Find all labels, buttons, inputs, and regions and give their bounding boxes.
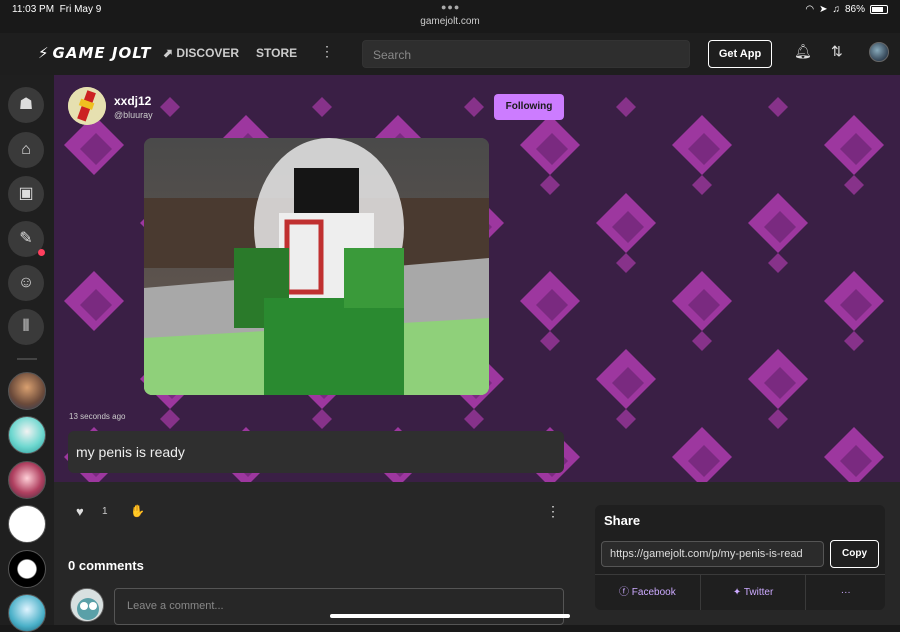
gamejolt-logo[interactable]: ⚡ GAME JOLT bbox=[38, 44, 152, 62]
wifi-icon: ◠ bbox=[805, 4, 815, 15]
small-diamond-decoration bbox=[616, 97, 636, 117]
small-diamond-decoration bbox=[692, 331, 712, 351]
bell-icon[interactable]: 🔔︎ bbox=[794, 43, 812, 60]
diamond-decoration bbox=[824, 271, 884, 331]
like-count: 1 bbox=[102, 506, 108, 517]
bolt-icon: ⚡ bbox=[38, 44, 50, 62]
share-panel: Share https://gamejolt.com/p/my-penis-is… bbox=[595, 505, 885, 610]
diamond-decoration bbox=[64, 115, 124, 175]
small-diamond-decoration bbox=[844, 331, 864, 351]
compass-icon: ⬈ bbox=[163, 46, 174, 60]
facebook-share-button[interactable]: ⓕ Facebook bbox=[595, 575, 701, 610]
more-share-button[interactable]: ··· bbox=[806, 575, 885, 610]
diamond-decoration bbox=[672, 271, 732, 331]
community-avatar[interactable] bbox=[8, 416, 46, 454]
author-avatar-image bbox=[68, 87, 106, 125]
twitter-share-button[interactable]: ✦ Twitter bbox=[701, 575, 807, 610]
home-indicator[interactable] bbox=[330, 614, 570, 618]
small-diamond-decoration bbox=[768, 253, 788, 273]
copy-button[interactable]: Copy bbox=[830, 540, 879, 568]
small-diamond-decoration bbox=[844, 175, 864, 195]
location-icon: ➤ bbox=[819, 4, 828, 15]
multitask-dots-icon[interactable]: ●●● bbox=[441, 2, 460, 12]
diamond-decoration bbox=[748, 349, 808, 409]
chat-icon[interactable]: ☺ bbox=[8, 265, 44, 301]
diamond-decoration bbox=[64, 271, 124, 331]
more-vertical-icon[interactable]: ⋮ bbox=[546, 503, 560, 520]
diamond-decoration bbox=[672, 427, 732, 482]
sidebar-divider bbox=[17, 358, 37, 360]
diamond-decoration bbox=[824, 115, 884, 175]
small-diamond-decoration bbox=[312, 409, 332, 429]
post-media-image bbox=[144, 138, 489, 395]
author-name[interactable]: xxdj12 bbox=[114, 94, 151, 108]
share-links: ⓕ Facebook ✦ Twitter ··· bbox=[595, 574, 885, 610]
ios-status-bar: 11:03 PM Fri May 9 ●●● gamejolt.com ◠ ➤ … bbox=[0, 0, 900, 33]
post-media[interactable] bbox=[144, 138, 489, 395]
diamond-decoration bbox=[520, 271, 580, 331]
battery-icon bbox=[870, 5, 888, 14]
small-diamond-decoration bbox=[160, 97, 180, 117]
diamond-decoration bbox=[748, 193, 808, 253]
browser-url[interactable]: gamejolt.com bbox=[0, 16, 900, 27]
community-avatar[interactable] bbox=[8, 461, 46, 499]
activity-icon[interactable]: ⇅ bbox=[831, 43, 843, 60]
diamond-decoration bbox=[520, 115, 580, 175]
comments-title: 0 comments bbox=[68, 558, 144, 573]
facebook-icon: ⓕ bbox=[619, 587, 630, 598]
following-button[interactable]: Following bbox=[494, 94, 564, 120]
small-diamond-decoration bbox=[464, 97, 484, 117]
sticker-icon[interactable]: ✋ bbox=[130, 504, 145, 518]
more-vertical-icon[interactable]: ⋮ bbox=[320, 43, 334, 60]
twitter-icon: ✦ bbox=[732, 587, 742, 598]
community-avatar[interactable] bbox=[8, 505, 46, 543]
small-diamond-decoration bbox=[768, 409, 788, 429]
home-icon[interactable]: ☗ bbox=[8, 87, 44, 123]
small-diamond-decoration bbox=[692, 175, 712, 195]
headphones-icon: ♫ bbox=[832, 4, 840, 15]
small-diamond-decoration bbox=[464, 409, 484, 429]
share-title: Share bbox=[604, 513, 641, 528]
small-diamond-decoration bbox=[540, 175, 560, 195]
small-diamond-decoration bbox=[616, 253, 636, 273]
share-url-field[interactable]: https://gamejolt.com/p/my-penis-is-read bbox=[601, 541, 824, 567]
small-diamond-decoration bbox=[540, 331, 560, 351]
battery-percent: 86% bbox=[844, 4, 865, 15]
user-avatar[interactable] bbox=[869, 42, 889, 62]
library-icon[interactable]: ▣ bbox=[8, 176, 44, 212]
heart-icon[interactable]: ♥ bbox=[76, 504, 84, 519]
small-diamond-decoration bbox=[616, 409, 636, 429]
search-input[interactable]: Search bbox=[362, 40, 690, 68]
status-indicators: ◠ ➤ ♫ 86% bbox=[805, 4, 888, 15]
store-icon[interactable]: ⌂ bbox=[8, 132, 44, 168]
current-user-avatar bbox=[70, 588, 104, 622]
comment-input[interactable]: Leave a comment... bbox=[114, 588, 564, 625]
status-time: 11:03 PM Fri May 9 bbox=[12, 4, 102, 15]
diamond-decoration bbox=[596, 349, 656, 409]
small-diamond-decoration bbox=[160, 409, 180, 429]
community-avatar[interactable] bbox=[8, 550, 46, 588]
small-diamond-decoration bbox=[768, 97, 788, 117]
left-sidebar: ☗ ⌂ ▣ ✎ ☺ ⦀ bbox=[0, 75, 54, 632]
diamond-decoration bbox=[824, 427, 884, 482]
author-avatar[interactable] bbox=[68, 87, 106, 125]
community-avatar[interactable] bbox=[8, 372, 46, 410]
get-app-button[interactable]: Get App bbox=[708, 40, 772, 68]
community-avatar[interactable] bbox=[8, 594, 46, 632]
collections-icon[interactable]: ⦀ bbox=[8, 309, 44, 345]
author-handle[interactable]: @bluuray bbox=[114, 110, 153, 120]
diamond-decoration bbox=[596, 193, 656, 253]
notification-dot bbox=[38, 249, 45, 256]
top-navigation: ⚡ GAME JOLT ⬈ DISCOVER STORE ⋮ Search Get… bbox=[0, 33, 900, 75]
discover-link[interactable]: ⬈ DISCOVER bbox=[163, 46, 239, 60]
small-diamond-decoration bbox=[312, 97, 332, 117]
post-timestamp: 13 seconds ago bbox=[69, 412, 126, 421]
diamond-decoration bbox=[672, 115, 732, 175]
store-link[interactable]: STORE bbox=[256, 46, 297, 60]
post-text: my penis is ready bbox=[68, 431, 564, 473]
